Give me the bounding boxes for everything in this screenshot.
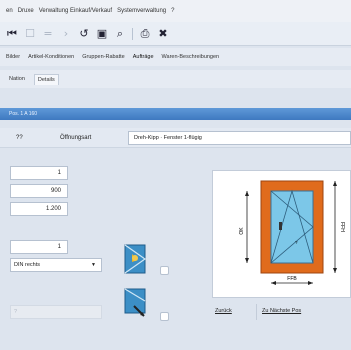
footer-separator (256, 304, 257, 320)
position-title-bar: Pos. 1 A 160 (0, 108, 351, 120)
width-dimension-label: FFB (287, 276, 297, 282)
din-direction-select[interactable]: DIN rechts ▼ (10, 258, 102, 272)
turn-option-checkbox[interactable] (160, 312, 169, 321)
menu-item-verwaltung[interactable]: Verwaltung Einkauf/Verkauf (39, 8, 112, 14)
menu-bar: en Druxe Verwaltung Einkauf/Verkauf Syst… (0, 0, 351, 22)
opening-type-field[interactable]: Dreh-Kipp · Fenster 1-flügig (128, 131, 351, 145)
window-diagram: OK FFH FFB ? (239, 180, 345, 285)
height-dimension-label-left: OK (239, 227, 245, 235)
menu-item-systemverwaltung[interactable]: Systemverwaltung (117, 8, 166, 14)
window-tilt-option-icon[interactable] (124, 244, 146, 274)
next-position-button[interactable]: Zu Nächste Pos (262, 308, 301, 314)
forward-icon[interactable]: › (60, 27, 72, 40)
tilt-option-checkbox[interactable] (160, 266, 169, 275)
tab-row-second: Nation Details (0, 70, 351, 88)
document-icon[interactable]: ☐ (24, 27, 36, 40)
height-dimension-label-right: FFH (339, 222, 345, 232)
quantity-input[interactable]: 1 (10, 166, 68, 180)
equals-icon[interactable]: = (42, 27, 54, 40)
tab-details[interactable]: Details (33, 73, 59, 85)
tab-artikel-konditionen[interactable]: Artikel-Konditionen (28, 54, 74, 60)
window-preview-panel: OK FFH FFB ? (212, 170, 351, 298)
opening-type-label: Öffnungsart (60, 134, 92, 141)
position-title: Pos. 1 A 160 (9, 111, 38, 117)
undo-icon[interactable]: ↺ (78, 27, 90, 40)
opening-type-row: ?? Öffnungsart Dreh-Kipp · Fenster 1-flü… (0, 128, 351, 148)
tab-auftraege[interactable]: Aufträge (133, 54, 154, 60)
search-icon[interactable]: ⌕ (114, 27, 126, 40)
save-icon[interactable]: ▣ (96, 27, 108, 40)
toolbar: ⏮ ☐ = › ↺ ▣ ⌕ ⎙ ✖ (0, 22, 351, 46)
tab-gruppen-rabatte[interactable]: Gruppen-Rabatte (82, 54, 125, 60)
tab-waren-beschreibungen[interactable]: Waren-Beschreibungen (162, 54, 220, 60)
back-button[interactable]: Zurück (215, 308, 232, 314)
toolbar-separator (132, 27, 133, 40)
tab-bilder[interactable]: Bilder (6, 54, 20, 60)
print-icon[interactable]: ⎙ (139, 27, 151, 40)
din-direction-value: DIN rechts (14, 262, 40, 268)
tools-icon[interactable]: ✖ (157, 27, 169, 40)
tab-nation[interactable]: Nation (6, 74, 28, 84)
count-input[interactable]: 1 (10, 240, 68, 254)
chevron-down-icon: ▼ (91, 262, 96, 268)
width-input[interactable]: 900 (10, 184, 68, 198)
window-turn-option-icon[interactable] (124, 288, 146, 318)
tab-row-top: Bilder Artikel-Konditionen Gruppen-Rabat… (0, 48, 351, 66)
menu-item-help[interactable]: ? (171, 8, 174, 14)
column-label-1: ?? (16, 134, 23, 141)
disabled-field: ? (10, 305, 102, 319)
first-record-icon[interactable]: ⏮ (6, 27, 18, 40)
height-input[interactable]: 1.200 (10, 202, 68, 216)
menu-item-druxe[interactable]: Druxe (18, 8, 34, 14)
handle-icon (279, 222, 282, 230)
menu-item-en[interactable]: en (6, 8, 13, 14)
window-glass (270, 190, 314, 264)
